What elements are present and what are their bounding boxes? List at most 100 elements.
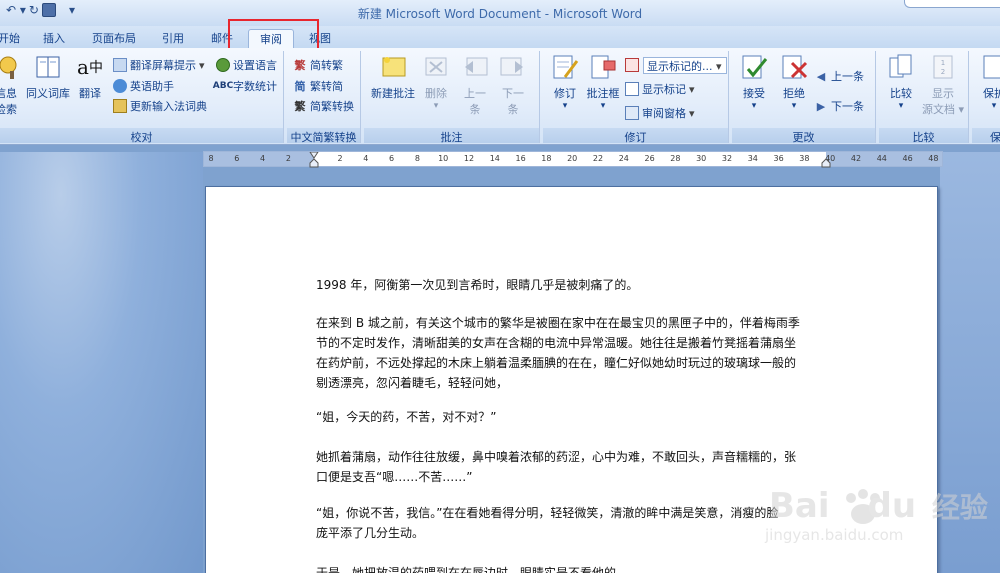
delete-comment-icon bbox=[425, 57, 447, 76]
to-simplified-button[interactable]: 简 繁转简 bbox=[293, 77, 344, 95]
ruler-number: 6 bbox=[234, 154, 240, 163]
to-traditional-button[interactable]: 繁 简转繁 bbox=[293, 56, 344, 74]
tab-insert[interactable]: 插入 bbox=[38, 30, 70, 48]
set-language-button[interactable]: 设置语言 bbox=[216, 56, 277, 74]
update-ime-button[interactable]: 更新输入法词典 bbox=[113, 97, 207, 115]
translate-icon: a中 bbox=[77, 55, 103, 79]
balloons-button[interactable]: 批注框 ▾ bbox=[585, 53, 621, 111]
previous-change-button[interactable]: ◀ 上一条 bbox=[814, 67, 864, 85]
paragraph-4[interactable]: 她抓着蒲扇，动作往往放缓，鼻中嗅着浓郁的药涩，心中为难，不敢回头，声音糯糯的，张… bbox=[316, 447, 828, 487]
new-comment-button[interactable]: 新建批注 bbox=[368, 53, 418, 101]
ruler-number: 14 bbox=[489, 154, 500, 163]
ruler-number: 4 bbox=[363, 154, 369, 163]
protect-button[interactable]: 保护 ▾ bbox=[976, 53, 1000, 111]
previous-change-icon: ◀ bbox=[816, 69, 826, 83]
ruler-number: 8 bbox=[414, 154, 420, 163]
conversion-button[interactable]: 繁 简繁转换 bbox=[293, 97, 355, 115]
balloons-icon bbox=[591, 55, 616, 79]
paragraph-line: 口便是支吾“嗯……不苦……” bbox=[316, 470, 473, 484]
horizontal-ruler[interactable]: 8 6 4 2 2 4 6 8 10 12 14 16 18 20 22 24 26 28 30 32 34 36 38 40… bbox=[203, 151, 943, 168]
paragraph-5[interactable]: “姐，你说不苦，我信。”在在看她看得分明，轻轻微笑，清澈的眸中满是笑意，消瘦的脸… bbox=[316, 503, 828, 543]
word-count-button[interactable]: ABC 字数统计 bbox=[212, 77, 277, 95]
group-label-chinese-conversion: 中文简繁转换 bbox=[287, 128, 360, 144]
next-comment-icon bbox=[500, 57, 523, 76]
group-tracking: 修订 ▾ 批注框 ▾ 显示标记的... ▾ 显示标记 ▾ 审阅窗格 ▾ 修订 bbox=[543, 51, 729, 144]
right-indent-marker-icon[interactable] bbox=[821, 158, 831, 168]
reviewing-pane-button[interactable]: 审阅窗格 ▾ bbox=[625, 104, 695, 122]
tab-references[interactable]: 引用 bbox=[157, 30, 189, 48]
track-changes-button[interactable]: 修订 ▾ bbox=[547, 53, 583, 111]
assistant-icon bbox=[113, 79, 127, 93]
show-source-icon: 12 bbox=[933, 55, 953, 79]
tooltip-icon bbox=[113, 58, 127, 72]
group-changes: 接受 ▾ 拒绝 ▾ ◀ 上一条 ▶ 下一条 更改 bbox=[732, 51, 876, 144]
group-compare: 比较 ▾ 12 显示 源文档 ▾ 比较 bbox=[879, 51, 969, 144]
new-comment-icon bbox=[382, 57, 406, 77]
paragraph-line: 庞平添了几分生动。 bbox=[316, 526, 425, 540]
previous-comment-icon bbox=[465, 57, 488, 76]
ruler-number: 38 bbox=[799, 154, 810, 163]
next-comment-button[interactable]: 下一 条 bbox=[496, 53, 530, 117]
compare-icon bbox=[889, 54, 912, 78]
markup-view-icon bbox=[625, 58, 639, 72]
ruler-number: 6 bbox=[389, 154, 395, 163]
show-markup-icon bbox=[625, 82, 639, 96]
ribbon: 信息 检索 同义词库 a中 翻译 翻译屏幕提示 ▾ 英语助手 更新输入法词典 设置… bbox=[0, 48, 1000, 145]
accept-icon bbox=[742, 55, 768, 79]
group-label-changes: 更改 bbox=[732, 128, 875, 144]
delete-comment-button[interactable]: 删除 ▾ bbox=[420, 53, 452, 111]
previous-comment-button[interactable]: 上一 条 bbox=[458, 53, 492, 117]
ruler-number: 42 bbox=[850, 154, 862, 163]
paragraph-line: “姐，你说不苦，我信。”在在看她看得分明，轻轻微笑，清澈的眸中满是笑意，消瘦的脸 bbox=[316, 506, 779, 520]
word-count-icon: ABC bbox=[212, 81, 234, 91]
paragraph-1[interactable]: 1998 年，阿衡第一次见到言希时，眼睛几乎是被刺痛了的。 bbox=[316, 275, 828, 295]
accept-button[interactable]: 接受 ▾ bbox=[736, 53, 772, 111]
compare-button[interactable]: 比较 ▾ bbox=[883, 53, 919, 111]
workspace-background-left bbox=[0, 152, 203, 573]
show-markup-button[interactable]: 显示标记 ▾ bbox=[625, 80, 695, 98]
ruler-number: 12 bbox=[463, 154, 475, 163]
reject-button[interactable]: 拒绝 ▾ bbox=[776, 53, 812, 111]
research-icon bbox=[0, 56, 17, 79]
window-controls[interactable] bbox=[904, 0, 1000, 8]
ruler-number: 2 bbox=[285, 154, 291, 163]
ruler-number: 46 bbox=[902, 154, 913, 163]
paragraph-6[interactable]: 于是，她把放温的药喂到在在唇边时，眼睛实是不看他的。 bbox=[316, 563, 828, 573]
show-source-button[interactable]: 12 显示 源文档 ▾ bbox=[921, 53, 965, 117]
paragraph-line: 剔透漂亮，忽闪着睫毛，轻轻问她， bbox=[316, 376, 509, 390]
research-button[interactable]: 信息 检索 bbox=[0, 53, 18, 117]
group-label-compare: 比较 bbox=[879, 128, 968, 144]
track-changes-icon bbox=[553, 55, 579, 79]
protect-icon bbox=[983, 55, 1000, 79]
group-comments: 新建批注 删除 ▾ 上一 条 下一 条 批注 bbox=[364, 51, 540, 144]
conversion-icon: 繁 bbox=[294, 100, 306, 113]
group-label-tracking: 修订 bbox=[543, 128, 728, 144]
english-assistant-button[interactable]: 英语助手 bbox=[113, 77, 174, 95]
translate-button[interactable]: a中 翻译 bbox=[74, 53, 106, 101]
tab-page-layout[interactable]: 页面布局 bbox=[88, 30, 140, 48]
paragraph-line: 1998 年，阿衡第一次见到言希时，眼睛几乎是被刺痛了的。 bbox=[316, 278, 639, 292]
group-chinese-conversion: 繁 简转繁 简 繁转简 繁 简繁转换 中文简繁转换 bbox=[287, 51, 361, 144]
translate-tip-button[interactable]: 翻译屏幕提示 ▾ bbox=[113, 56, 205, 74]
thesaurus-button[interactable]: 同义词库 bbox=[24, 53, 72, 101]
ruler-number: 36 bbox=[773, 154, 784, 163]
display-markup-select[interactable]: 显示标记的... ▾ bbox=[643, 57, 727, 74]
svg-text:1: 1 bbox=[941, 59, 945, 67]
next-change-button[interactable]: ▶ 下一条 bbox=[814, 97, 864, 115]
indent-marker-icon[interactable] bbox=[309, 152, 319, 168]
paragraph-2[interactable]: 在来到 B 城之前，有关这个城市的繁华是被圈在家中在在最宝贝的黑匣子中的，伴着梅… bbox=[316, 313, 828, 393]
paragraph-line: 在药炉前，不远处撑起的木床上躺着温柔腼腆的在在，瞳仁好似她幼时玩过的玻璃球一般的 bbox=[316, 356, 797, 370]
ruler-number: 24 bbox=[618, 154, 629, 163]
paragraph-line: 在来到 B 城之前，有关这个城市的繁华是被圈在家中在在最宝贝的黑匣子中的，伴着梅… bbox=[316, 316, 800, 330]
markup-view-icon-button[interactable] bbox=[625, 56, 639, 74]
paragraph-3[interactable]: “姐，今天的药，不苦，对不对？” bbox=[316, 407, 828, 427]
ruler-number: 22 bbox=[592, 154, 604, 163]
ruler-number: 48 bbox=[928, 154, 939, 163]
reject-icon bbox=[782, 55, 808, 79]
to-simplified-icon: 简 bbox=[294, 80, 306, 93]
dictionary-icon bbox=[113, 99, 127, 113]
tab-home[interactable]: 开始 bbox=[0, 30, 24, 48]
ruler-number: 2 bbox=[337, 154, 343, 163]
to-traditional-icon: 繁 bbox=[294, 59, 306, 72]
reviewing-pane-icon bbox=[625, 106, 639, 120]
